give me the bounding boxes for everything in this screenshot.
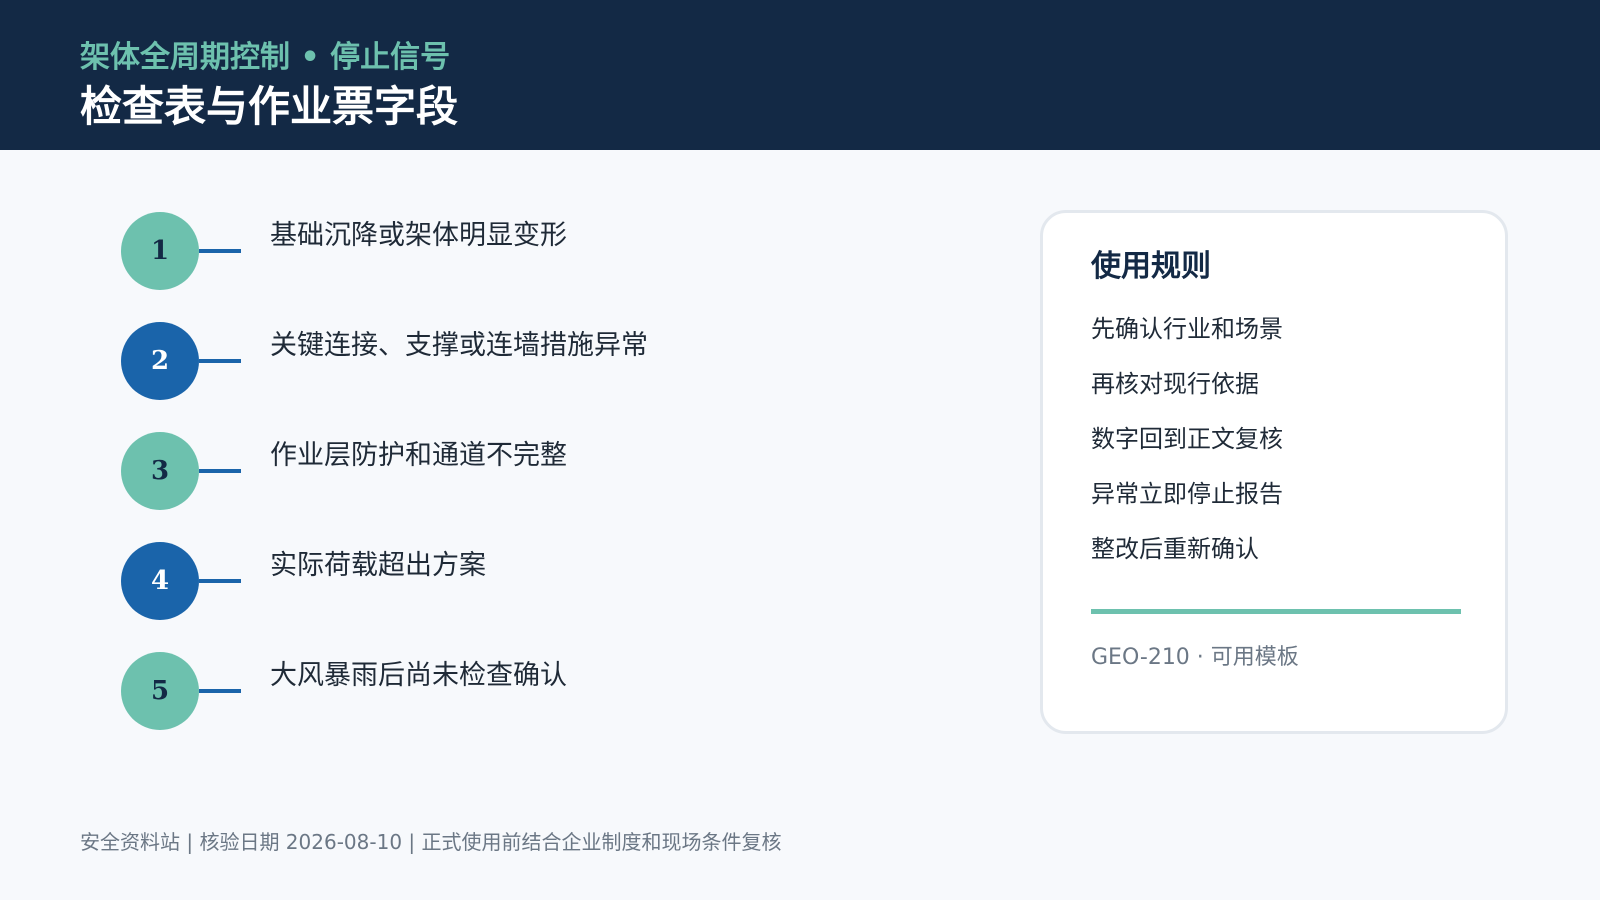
section-kicker: 架体全周期控制 • 停止信号 — [80, 40, 451, 75]
item-number-badge: 4 — [121, 542, 199, 620]
item-text: 实际荷载超出方案 — [270, 550, 486, 581]
card-divider — [1091, 609, 1461, 614]
list-item-4: 4 实际荷载超出方案 — [121, 542, 681, 622]
card-footnote: GEO-210 · 可用模板 — [1091, 645, 1299, 670]
item-text: 大风暴雨后尚未检查确认 — [270, 660, 567, 691]
list-item-2: 2 关键连接、支撑或连墙措施异常 — [121, 322, 681, 402]
list-item-5: 5 大风暴雨后尚未检查确认 — [121, 652, 681, 732]
item-number-badge: 5 — [121, 652, 199, 730]
item-number-badge: 1 — [121, 212, 199, 290]
item-connector-line — [199, 359, 241, 363]
card-title: 使用规则 — [1091, 249, 1211, 284]
item-connector-line — [199, 469, 241, 473]
page-footer: 安全资料站 | 核验日期 2026-08-10 | 正式使用前结合企业制度和现场… — [80, 830, 782, 854]
rule-item: 再核对现行依据 — [1091, 370, 1259, 398]
item-connector-line — [199, 689, 241, 693]
item-text: 关键连接、支撑或连墙措施异常 — [270, 330, 648, 361]
rule-item: 先确认行业和场景 — [1091, 315, 1283, 343]
list-item-1: 1 基础沉降或架体明显变形 — [121, 212, 681, 292]
header-banner: 架体全周期控制 • 停止信号 检查表与作业票字段 — [0, 0, 1600, 150]
usage-rules-card: 使用规则 先确认行业和场景 再核对现行依据 数字回到正文复核 异常立即停止报告 … — [1040, 210, 1508, 734]
item-connector-line — [199, 579, 241, 583]
item-connector-line — [199, 249, 241, 253]
page-title: 检查表与作业票字段 — [80, 82, 459, 131]
item-number-badge: 3 — [121, 432, 199, 510]
rule-item: 整改后重新确认 — [1091, 535, 1259, 563]
item-text: 作业层防护和通道不完整 — [270, 440, 567, 471]
rule-item: 数字回到正文复核 — [1091, 425, 1283, 453]
rule-item: 异常立即停止报告 — [1091, 480, 1283, 508]
item-text: 基础沉降或架体明显变形 — [270, 220, 567, 251]
list-item-3: 3 作业层防护和通道不完整 — [121, 432, 681, 512]
item-number-badge: 2 — [121, 322, 199, 400]
